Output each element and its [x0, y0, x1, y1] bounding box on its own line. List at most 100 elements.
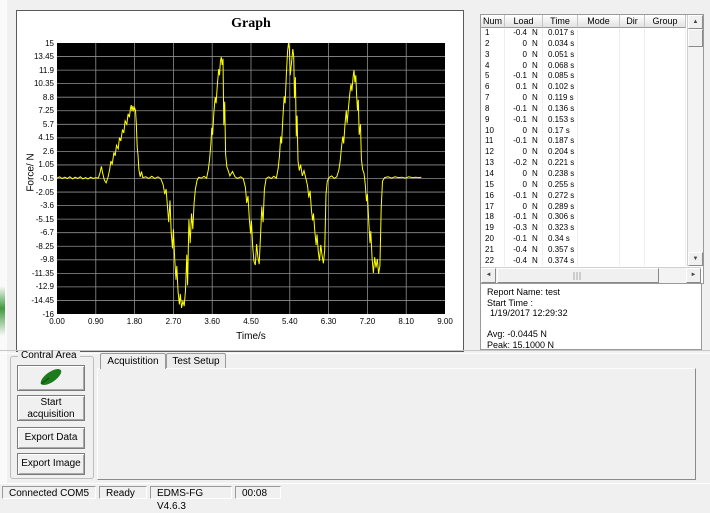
avg-value: Avg: -0.0445 N [487, 329, 701, 340]
start-time-value: 1/19/2017 12:29:32 [487, 308, 701, 319]
status-connection: Connected COM5 [2, 486, 96, 499]
column-header-dir[interactable]: Dir [620, 15, 645, 28]
scroll-left-icon[interactable]: ◄ [481, 268, 496, 283]
table-row[interactable]: 30N0.051 s [481, 50, 686, 61]
table-row[interactable]: 9-0.1N0.153 s [481, 115, 686, 126]
table-row[interactable]: 150N0.255 s [481, 180, 686, 191]
window-left-edge [0, 0, 7, 500]
y-tick-label: -0.5 [18, 174, 54, 183]
scroll-down-icon[interactable]: ▼ [688, 252, 703, 266]
table-row[interactable]: 140N0.238 s [481, 169, 686, 180]
leaf-icon [19, 366, 83, 388]
table-row[interactable]: 13-0.2N0.221 s [481, 158, 686, 169]
x-tick-label: 5.40 [273, 317, 307, 326]
table-row[interactable]: 11-0.1N0.187 s [481, 136, 686, 147]
table-row[interactable]: 120N0.204 s [481, 147, 686, 158]
horizontal-scrollbar-thumb[interactable] [497, 268, 659, 283]
scroll-right-icon[interactable]: ► [686, 268, 701, 283]
export-data-button[interactable]: Export Data [17, 427, 85, 449]
status-state: Ready [99, 486, 147, 499]
desktop-artifact [0, 286, 5, 336]
graph-panel: Graph Force/ N 1513.4511.910.358.87.255.… [16, 10, 464, 352]
table-row[interactable]: 19-0.3N0.323 s [481, 223, 686, 234]
y-tick-label: 2.6 [18, 147, 54, 156]
y-tick-label: 15 [18, 39, 54, 48]
scroll-up-icon[interactable]: ▲ [688, 15, 703, 29]
results-table: NumLoadTimeModeDirGroup 1-0.4N0.017 s20N… [480, 14, 704, 284]
tab-acquisition[interactable]: Acquistition [100, 353, 166, 369]
x-tick-label: 3.60 [195, 317, 229, 326]
control-area-title: Contral Area [18, 351, 80, 361]
x-tick-label: 0.00 [40, 317, 74, 326]
x-tick-label: 9.00 [428, 317, 462, 326]
export-image-button[interactable]: Export Image [17, 453, 85, 475]
force-trace [57, 43, 421, 308]
table-header-row[interactable]: NumLoadTimeModeDirGroup [481, 15, 686, 28]
x-axis-ticks: 0.000.901.802.703.604.505.406.307.208.10… [57, 317, 445, 327]
table-row[interactable]: 8-0.1N0.136 s [481, 104, 686, 115]
table-row[interactable]: 40N0.068 s [481, 61, 686, 72]
y-axis-ticks: 15 13.45 11.9 10.35 8.8 7.25 5.7 4.15 2.6 1.05 -0.… [17, 39, 54, 319]
x-tick-label: 1.80 [118, 317, 152, 326]
y-tick-label: -2.05 [18, 188, 54, 197]
report-info-panel: Report Name: test Start Time : 1/19/2017… [480, 283, 702, 350]
report-name-line: Report Name: test [487, 287, 701, 298]
y-tick-label: 7.25 [18, 106, 54, 115]
table-row[interactable]: 16-0.1N0.272 s [481, 191, 686, 202]
x-axis-label: Time/s [57, 331, 445, 342]
table-row[interactable]: 21-0.4N0.357 s [481, 245, 686, 256]
tab-test-setup[interactable]: Test Setup [166, 353, 226, 368]
y-tick-label: 13.45 [18, 52, 54, 61]
table-row[interactable]: 60.1N0.102 s [481, 82, 686, 93]
column-header-load[interactable]: Load [505, 15, 543, 28]
table-row[interactable]: 18-0.1N0.306 s [481, 212, 686, 223]
x-tick-label: 2.70 [156, 317, 190, 326]
x-tick-label: 7.20 [350, 317, 384, 326]
vertical-scrollbar-thumb[interactable] [688, 29, 703, 47]
x-tick-label: 0.90 [79, 317, 113, 326]
y-tick-label: -12.9 [18, 282, 54, 291]
table-row[interactable]: 20N0.034 s [481, 39, 686, 50]
graph-title: Graph [57, 16, 445, 32]
status-timer: 00:08 [235, 486, 281, 499]
horizontal-scrollbar[interactable]: ◄ ► [481, 267, 701, 283]
y-tick-label: -3.6 [18, 201, 54, 210]
y-tick-label: 10.35 [18, 79, 54, 88]
results-table-body: 1-0.4N0.017 s20N0.034 s30N0.051 s40N0.06… [481, 28, 686, 266]
table-row[interactable]: 20-0.1N0.34 s [481, 234, 686, 245]
table-row[interactable]: 1-0.4N0.017 s [481, 28, 686, 39]
y-tick-label: 4.15 [18, 133, 54, 142]
table-row[interactable]: 170N0.289 s [481, 202, 686, 213]
control-area-groupbox: Contral Area Start acquisition Export Da… [10, 356, 94, 479]
status-bar: Connected COM5 Ready EDMS-FG V4.6.3 00:0… [0, 483, 710, 501]
column-header-num[interactable]: Num [481, 15, 505, 28]
x-tick-label: 4.50 [234, 317, 268, 326]
column-header-time[interactable]: Time [543, 15, 578, 28]
y-tick-label: 11.9 [18, 66, 54, 75]
start-acquisition-button[interactable]: Start acquisition [17, 395, 85, 421]
table-row[interactable]: 22-0.4N0.374 s [481, 256, 686, 266]
y-tick-label: -14.45 [18, 296, 54, 305]
column-header-group[interactable]: Group [645, 15, 686, 28]
y-tick-label: -11.35 [18, 269, 54, 278]
y-tick-label: 1.05 [18, 160, 54, 169]
table-row[interactable]: 100N0.17 s [481, 126, 686, 137]
y-tick-label: -9.8 [18, 255, 54, 264]
thumb-grip [574, 272, 583, 280]
start-time-label: Start Time : [487, 298, 701, 309]
vertical-scrollbar[interactable]: ▲ ▼ [687, 15, 703, 266]
x-tick-label: 8.10 [389, 317, 423, 326]
y-tick-label: 5.7 [18, 120, 54, 129]
table-row[interactable]: 70N0.119 s [481, 93, 686, 104]
y-tick-label: 8.8 [18, 93, 54, 102]
y-tick-label: -6.7 [18, 228, 54, 237]
column-header-mode[interactable]: Mode [578, 15, 620, 28]
plot-area[interactable] [57, 43, 445, 314]
status-version: EDMS-FG V4.6.3 [150, 486, 232, 499]
tab-page [97, 368, 696, 480]
peak-value: Peak: 15.1000 N [487, 340, 701, 351]
x-tick-label: 6.30 [312, 317, 346, 326]
connect-button[interactable] [17, 365, 85, 391]
y-tick-label: -5.15 [18, 215, 54, 224]
table-row[interactable]: 5-0.1N0.085 s [481, 71, 686, 82]
